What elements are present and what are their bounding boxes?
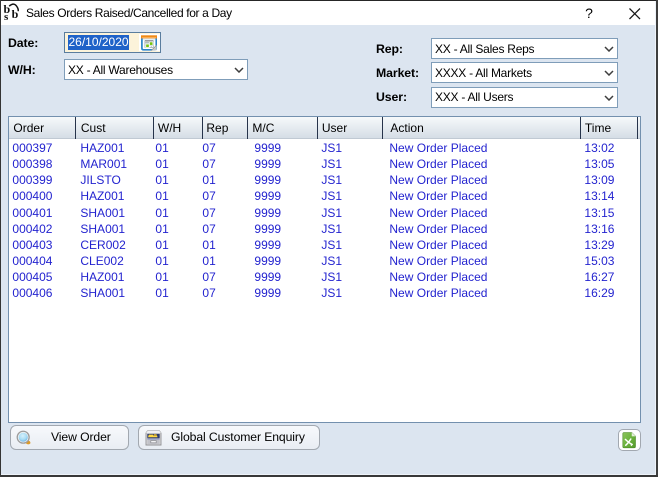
svg-text:s: s: [4, 11, 9, 22]
